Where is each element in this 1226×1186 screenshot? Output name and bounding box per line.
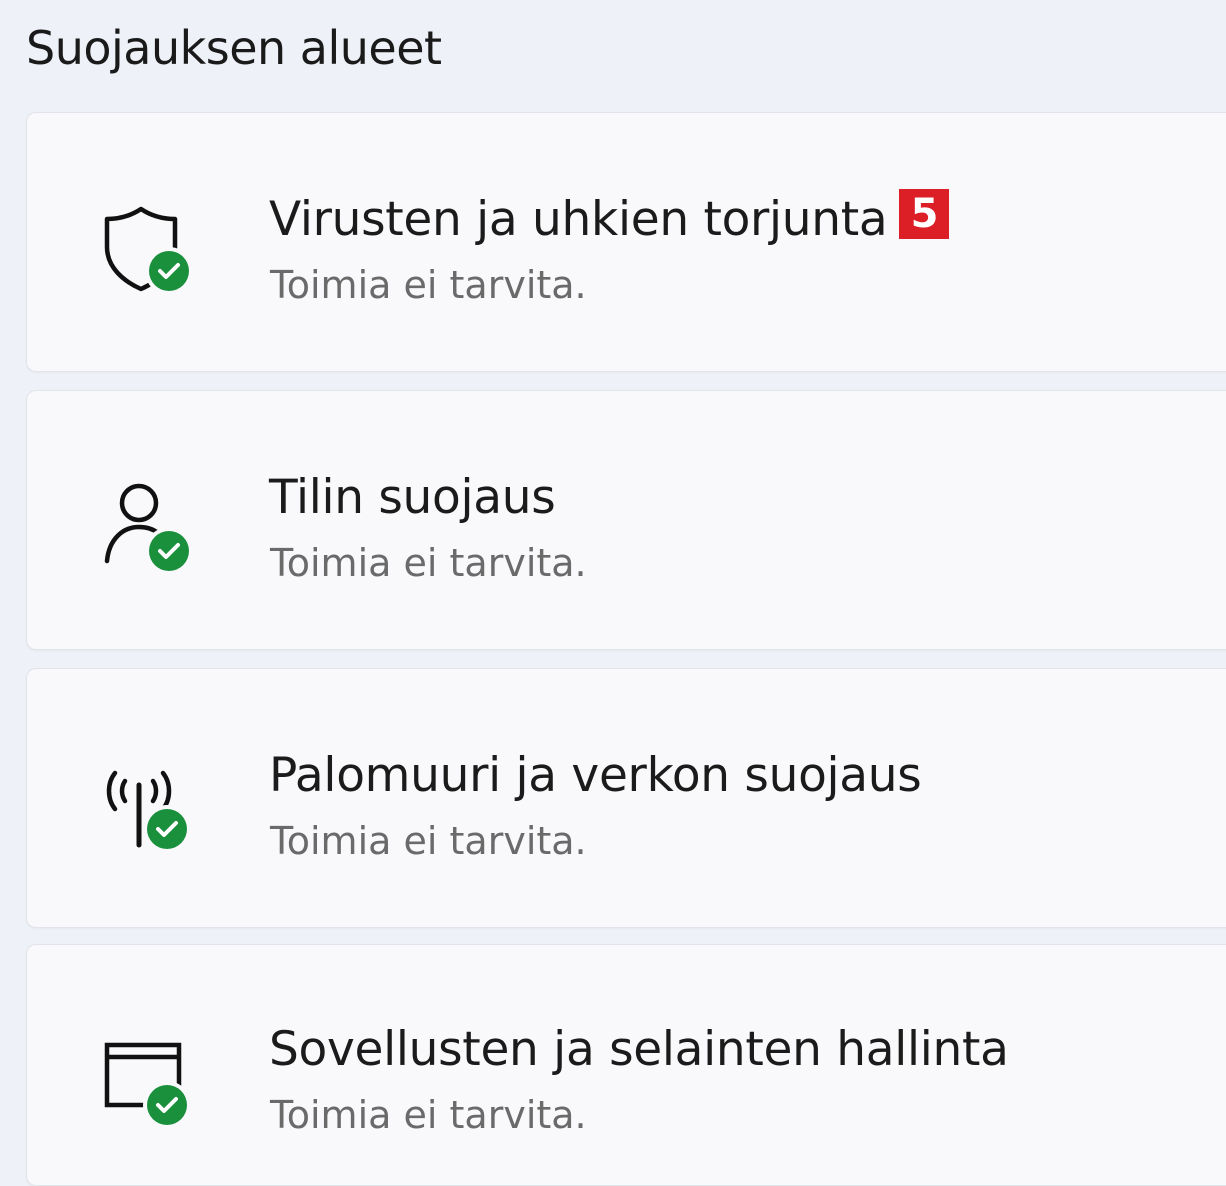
area-title: Sovellusten ja selainten hallinta [269,1022,1009,1077]
person-check-icon [101,479,201,579]
area-status: Toimia ei tarvita. [270,819,587,863]
app-window-check-icon [101,1033,201,1133]
area-title: Tilin suojaus [269,470,556,525]
antenna-check-icon [101,759,201,859]
area-title: Palomuuri ja verkon suojaus [269,748,922,803]
area-title-text: Virusten ja uhkien torjunta [269,192,888,247]
area-status: Toimia ei tarvita. [270,1093,587,1137]
area-status: Toimia ei tarvita. [270,541,587,585]
callout-badge: 5 [899,189,950,239]
area-card-account-protection[interactable]: Tilin suojaus Toimia ei tarvita. [26,390,1226,650]
area-status: Toimia ei tarvita. [270,263,587,307]
section-title: Suojauksen alueet [26,21,442,75]
shield-check-icon [101,201,201,301]
area-card-virus-protection[interactable]: Virusten ja uhkien torjunta 5 Toimia ei t… [26,112,1226,372]
area-title: Virusten ja uhkien torjunta 5 [269,189,950,249]
area-card-app-browser-control[interactable]: Sovellusten ja selainten hallinta Toimia… [26,944,1226,1186]
area-card-firewall[interactable]: Palomuuri ja verkon suojaus Toimia ei ta… [26,668,1226,928]
